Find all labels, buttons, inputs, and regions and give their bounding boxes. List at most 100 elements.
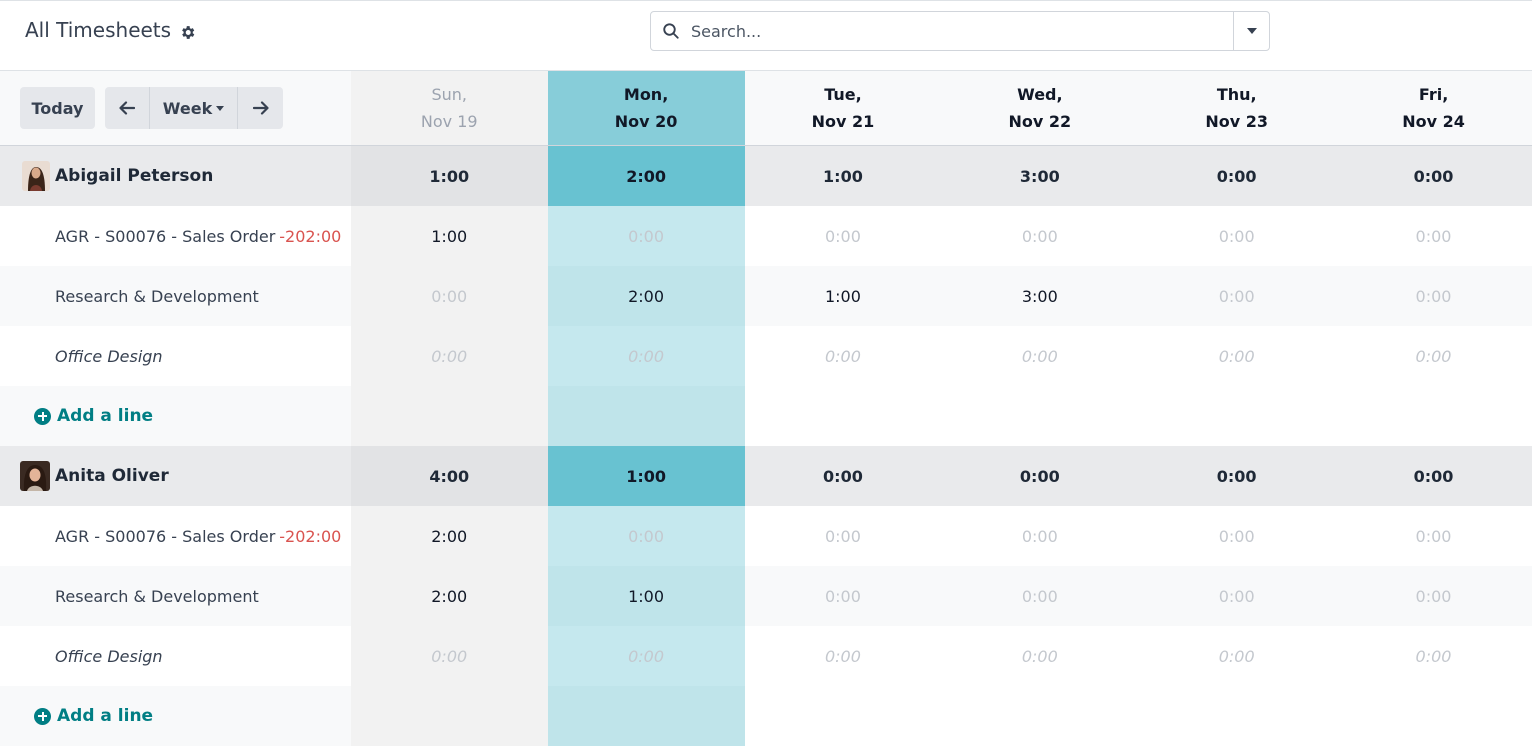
timesheet-cell[interactable]: 0:00 bbox=[1138, 566, 1335, 626]
search-icon bbox=[651, 12, 691, 50]
search-input[interactable] bbox=[691, 12, 1233, 50]
period-label: Week bbox=[162, 98, 213, 118]
hours-value: 0:00 bbox=[628, 646, 665, 666]
hours-value: 0:00 bbox=[1415, 526, 1452, 546]
timesheet-cell[interactable]: 0:00 bbox=[941, 206, 1138, 266]
hours-value: 0:00 bbox=[1218, 646, 1255, 666]
employee-cell: Anita Oliver bbox=[0, 446, 351, 506]
timesheet-cell[interactable]: 0:00 bbox=[941, 506, 1138, 566]
page-title: All Timesheets bbox=[25, 18, 172, 42]
employee-day-total: 0:00 bbox=[1138, 146, 1335, 206]
day-header: Wed, Nov 22 bbox=[941, 71, 1138, 145]
timesheet-cell[interactable]: 0:00 bbox=[745, 566, 942, 626]
employee-row[interactable]: Anita Oliver 4:00 1:00 0:00 0:00 0:00 0:00 bbox=[0, 446, 1532, 506]
hours-value: 0:00 bbox=[1218, 586, 1255, 606]
hours-value: 1:00 bbox=[824, 286, 861, 306]
hours-value: 2:00 bbox=[628, 286, 665, 306]
timesheet-cell[interactable]: 0:00 bbox=[1335, 206, 1532, 266]
avatar bbox=[20, 461, 50, 491]
timesheet-cell[interactable]: 0:00 bbox=[1138, 506, 1335, 566]
timesheet-cell[interactable]: 0:00 bbox=[745, 326, 942, 386]
period-dropdown[interactable]: Week bbox=[150, 87, 238, 129]
timesheet-cell[interactable]: 1:00 bbox=[547, 566, 745, 626]
employee-row[interactable]: Abigail Peterson 1:00 2:00 1:00 3:00 0:00 0:0… bbox=[0, 146, 1532, 206]
add-line-row: Add a line bbox=[0, 386, 1532, 446]
timesheet-cell[interactable]: 3:00 bbox=[941, 266, 1138, 326]
employee-day-total: 0:00 bbox=[1335, 146, 1532, 206]
grid-toolbar: Today Week bbox=[0, 71, 351, 145]
arrow-left-icon bbox=[119, 101, 135, 115]
total-value: 4:00 bbox=[429, 466, 470, 486]
employee-day-total: 1:00 bbox=[745, 146, 942, 206]
timesheet-cell[interactable]: 0:00 bbox=[547, 206, 745, 266]
timesheet-cell[interactable]: 0:00 bbox=[547, 626, 745, 686]
total-value: 0:00 bbox=[1216, 166, 1257, 186]
timesheet-cell[interactable]: 2:00 bbox=[350, 566, 548, 626]
gear-icon[interactable] bbox=[179, 22, 196, 39]
timesheet-cell[interactable]: 0:00 bbox=[745, 626, 942, 686]
timesheet-cell[interactable]: 0:00 bbox=[1138, 626, 1335, 686]
total-value: 1:00 bbox=[823, 166, 863, 186]
employee-day-total: 0:00 bbox=[1335, 446, 1532, 506]
timesheet-cell[interactable]: 0:00 bbox=[1138, 266, 1335, 326]
timesheet-cell[interactable]: 0:00 bbox=[547, 326, 745, 386]
hours-value: 0:00 bbox=[824, 346, 861, 366]
timesheet-cell[interactable]: 0:00 bbox=[350, 626, 548, 686]
timesheet-cell[interactable]: 1:00 bbox=[745, 266, 942, 326]
add-line-button[interactable]: Add a line bbox=[0, 386, 351, 446]
timesheet-cell[interactable]: 0:00 bbox=[1138, 326, 1335, 386]
timesheet-cell[interactable]: 0:00 bbox=[350, 326, 548, 386]
empty-cell bbox=[1335, 686, 1532, 746]
timesheet-cell[interactable]: 0:00 bbox=[1335, 566, 1532, 626]
timesheet-cell[interactable]: 0:00 bbox=[1335, 326, 1532, 386]
timesheet-cell[interactable]: 0:00 bbox=[1335, 626, 1532, 686]
next-button[interactable] bbox=[238, 87, 283, 129]
employee-name: Anita Oliver bbox=[55, 466, 169, 486]
timesheet-cell[interactable]: 0:00 bbox=[745, 506, 942, 566]
timesheet-cell[interactable]: 1:00 bbox=[350, 206, 548, 266]
day-date: Nov 23 bbox=[1205, 112, 1269, 131]
timesheet-cell[interactable]: 2:00 bbox=[350, 506, 548, 566]
employee-day-total: 0:00 bbox=[1138, 446, 1335, 506]
line-label: Research & Development bbox=[0, 266, 351, 326]
hours-value: 0:00 bbox=[824, 586, 861, 606]
timesheet-cell[interactable]: 0:00 bbox=[745, 206, 942, 266]
today-button[interactable]: Today bbox=[20, 87, 95, 129]
empty-cell bbox=[350, 686, 548, 746]
day-header-today: Mon, Nov 20 bbox=[547, 71, 745, 145]
timesheet-cell[interactable]: 2:00 bbox=[547, 266, 745, 326]
timesheet-cell[interactable]: 0:00 bbox=[350, 266, 548, 326]
timesheet-line: AGR - S00076 - Sales Order -202:00 1:00 0… bbox=[0, 206, 1532, 266]
hours-value: 0:00 bbox=[1415, 346, 1452, 366]
day-header: Fri, Nov 24 bbox=[1335, 71, 1532, 145]
add-line-button[interactable]: Add a line bbox=[0, 686, 351, 746]
hours-value: 0:00 bbox=[1415, 586, 1452, 606]
day-name: Thu, bbox=[1216, 85, 1257, 104]
timesheet-cell[interactable]: 0:00 bbox=[547, 506, 745, 566]
hours-value: 0:00 bbox=[628, 346, 665, 366]
timesheet-cell[interactable]: 0:00 bbox=[1138, 206, 1335, 266]
caret-down-icon bbox=[1246, 28, 1257, 34]
hours-value: 0:00 bbox=[1218, 226, 1255, 246]
timesheet-cell[interactable]: 0:00 bbox=[941, 626, 1138, 686]
previous-button[interactable] bbox=[105, 87, 150, 129]
day-date: Nov 20 bbox=[614, 112, 678, 131]
timesheet-cell[interactable]: 0:00 bbox=[1335, 266, 1532, 326]
line-name: AGR - S00076 - Sales Order bbox=[55, 526, 276, 546]
hours-value: 0:00 bbox=[1218, 526, 1255, 546]
search-options-toggle[interactable] bbox=[1233, 12, 1269, 50]
line-name: Office Design bbox=[55, 346, 163, 366]
plus-circle-icon bbox=[34, 707, 51, 725]
empty-cell bbox=[941, 386, 1139, 446]
hours-value: 0:00 bbox=[1218, 346, 1255, 366]
line-name: Research & Development bbox=[55, 586, 259, 606]
empty-cell bbox=[1138, 386, 1336, 446]
empty-cell bbox=[1335, 386, 1532, 446]
timesheet-cell[interactable]: 0:00 bbox=[941, 326, 1138, 386]
line-label: Research & Development bbox=[0, 566, 351, 626]
day-name: Fri, bbox=[1418, 85, 1449, 104]
total-value: 1:00 bbox=[429, 166, 470, 186]
timesheet-cell[interactable]: 0:00 bbox=[941, 566, 1138, 626]
timesheet-cell[interactable]: 0:00 bbox=[1335, 506, 1532, 566]
line-label: Office Design bbox=[0, 326, 351, 386]
